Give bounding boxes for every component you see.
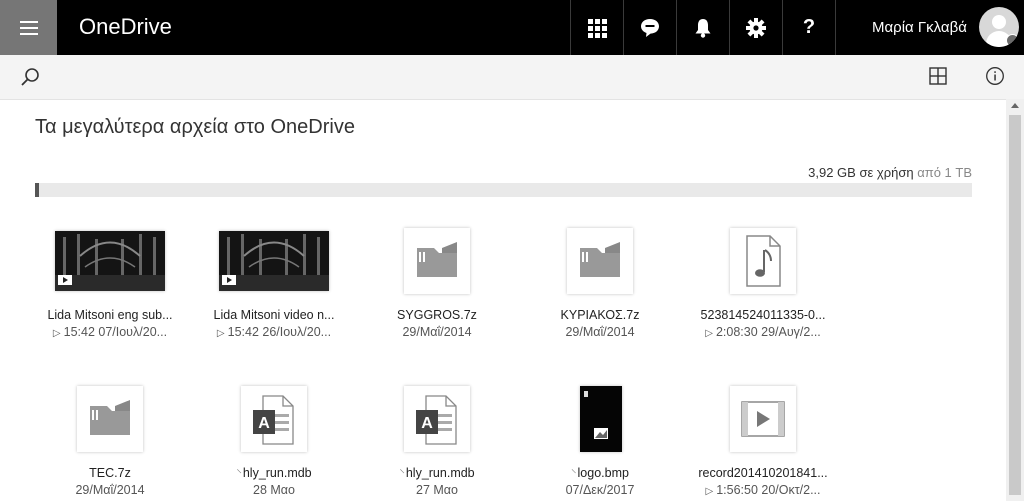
archive-file-icon bbox=[77, 386, 143, 452]
video-thumbnail bbox=[219, 231, 329, 291]
storage-total: από 1 TB bbox=[917, 165, 972, 180]
scroll-up-arrow-icon[interactable] bbox=[1011, 103, 1019, 108]
app-title[interactable]: OneDrive bbox=[79, 14, 172, 40]
video-thumbnail bbox=[55, 231, 165, 291]
archive-file-icon bbox=[567, 228, 633, 294]
bell-icon bbox=[695, 18, 711, 38]
chat-button[interactable] bbox=[623, 0, 676, 55]
sync-spinner-icon: ⸌ bbox=[399, 468, 405, 480]
file-meta: 29/Μαΐ/2014 bbox=[565, 325, 635, 339]
search-icon[interactable] bbox=[19, 66, 41, 88]
file-name: ΚΥΡΙΑΚΟΣ.7z bbox=[560, 308, 640, 322]
sync-spinner-icon: ⸌ bbox=[571, 468, 577, 480]
info-icon[interactable] bbox=[985, 66, 1005, 86]
avatar[interactable] bbox=[979, 7, 1019, 47]
hamburger-icon bbox=[19, 20, 38, 35]
storage-used: 3,92 GB σε χρήση bbox=[808, 165, 914, 180]
user-name[interactable]: Μαρία Γκλαβά bbox=[872, 19, 967, 36]
play-icon: ▷ bbox=[705, 486, 714, 497]
play-icon: ▷ bbox=[216, 328, 225, 339]
scroll-thumb[interactable] bbox=[1009, 115, 1021, 495]
help-button[interactable]: ? bbox=[782, 0, 836, 55]
file-name: 523814524011335-0... bbox=[700, 308, 826, 322]
image-thumbnail bbox=[580, 386, 622, 452]
status-check-icon bbox=[1006, 34, 1019, 47]
settings-button[interactable] bbox=[729, 0, 782, 55]
grid-view-icon[interactable] bbox=[929, 67, 947, 85]
file-name: record201410201841... bbox=[698, 466, 828, 480]
chat-icon bbox=[641, 18, 659, 37]
play-icon: ▷ bbox=[705, 328, 713, 339]
file-meta: ▷ 2:08:30 29/Αυγ/2... bbox=[705, 325, 821, 339]
audio-file-icon bbox=[730, 228, 796, 294]
page-title: Τα μεγαλύτερα αρχεία στο OneDrive bbox=[35, 116, 355, 138]
help-icon: ? bbox=[802, 16, 816, 38]
menu-button[interactable] bbox=[0, 0, 57, 55]
storage-bar bbox=[35, 183, 972, 197]
app-launcher-icon bbox=[588, 18, 607, 38]
storage-bar-fill bbox=[35, 183, 39, 197]
command-bar bbox=[0, 55, 1024, 100]
file-name: Lida Mitsoni video n... bbox=[213, 308, 335, 322]
file-name: ⸌logo.bmp bbox=[571, 466, 629, 480]
avatar-head bbox=[992, 15, 1006, 29]
file-name: TEC.7z bbox=[89, 466, 131, 480]
file-name: ⸌hly_run.mdb bbox=[236, 466, 312, 480]
access-file-icon: A bbox=[241, 386, 307, 452]
play-icon: ▷ bbox=[52, 328, 61, 339]
access-file-icon: A bbox=[404, 386, 470, 452]
app-launcher-button[interactable] bbox=[570, 0, 623, 55]
svg-text:A: A bbox=[421, 415, 433, 432]
video-file-icon bbox=[730, 386, 796, 452]
scrollbar[interactable] bbox=[1006, 99, 1024, 501]
file-meta: ▷ 15:42 07/Ιουλ/20... bbox=[52, 325, 168, 339]
file-meta: 28 Μαο bbox=[253, 483, 295, 497]
file-meta: 29/Μαΐ/2014 bbox=[402, 325, 472, 339]
file-meta: ▷ 15:42 26/Ιουλ/20... bbox=[216, 325, 332, 339]
file-name: Lida Mitsoni eng sub... bbox=[47, 308, 173, 322]
file-meta: 07/Δεκ/2017 bbox=[565, 483, 635, 497]
top-bar: OneDrive ? Μαρία Γκλαβά bbox=[0, 0, 1024, 55]
header-actions: ? bbox=[570, 0, 836, 55]
gear-icon bbox=[746, 17, 766, 38]
file-meta: 27 Μαο bbox=[416, 483, 458, 497]
file-meta: ▷ 1:56:50 20/Οκτ/2... bbox=[705, 483, 821, 497]
sync-spinner-icon: ⸌ bbox=[236, 468, 242, 480]
storage-summary: 3,92 GB σε χρήση από 1 TB bbox=[808, 165, 972, 180]
svg-text:A: A bbox=[258, 415, 270, 432]
file-meta: 29/Μαΐ/2014 bbox=[75, 483, 145, 497]
file-name: SYGGROS.7z bbox=[397, 308, 477, 322]
notifications-button[interactable] bbox=[676, 0, 729, 55]
archive-file-icon bbox=[404, 228, 470, 294]
file-name: ⸌hly_run.mdb bbox=[399, 466, 475, 480]
